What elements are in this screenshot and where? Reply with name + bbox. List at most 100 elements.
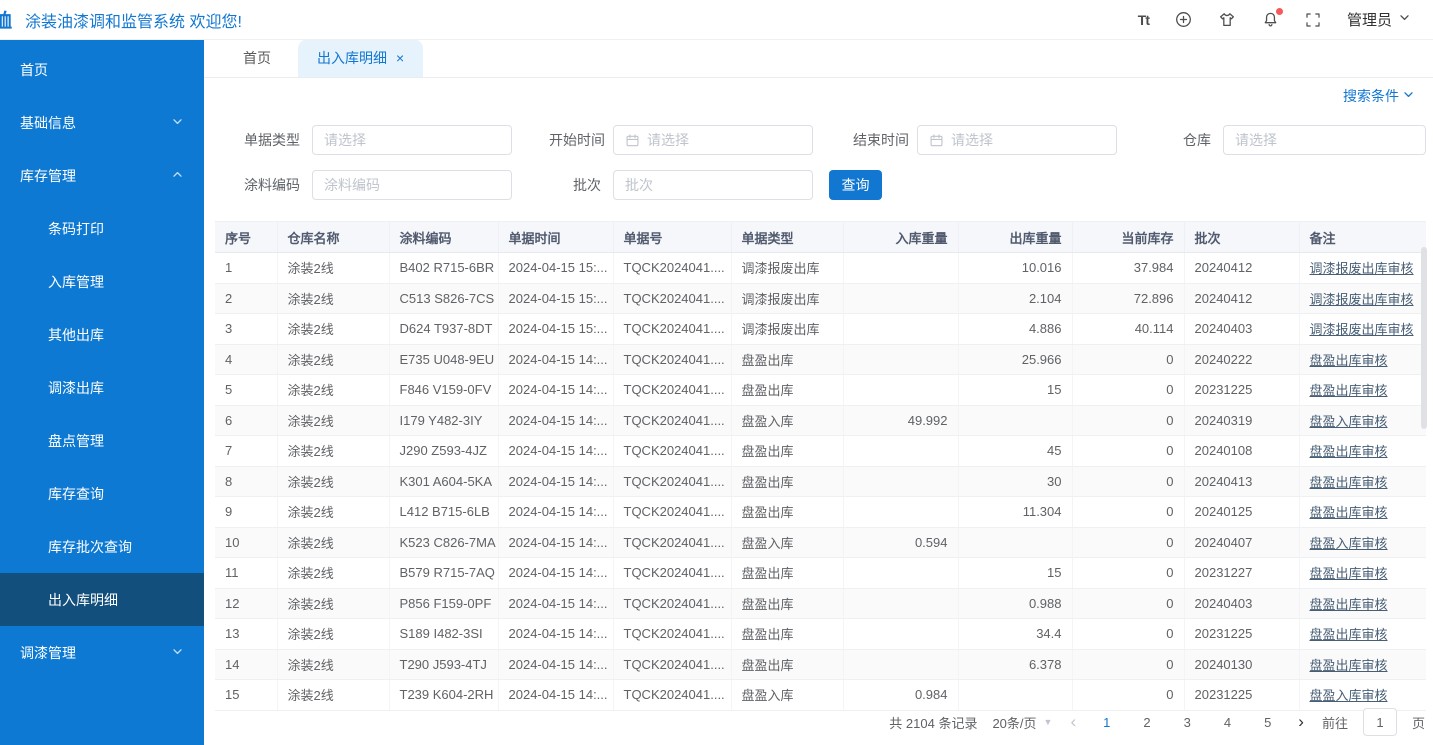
page-number-2[interactable]: 2	[1134, 715, 1159, 730]
cell-doc-type: 盘盈出库	[731, 619, 843, 650]
sidebar-item-label: 库存批次查询	[48, 537, 132, 557]
start-time-input[interactable]: 请选择	[613, 125, 813, 155]
tab-inout-detail[interactable]: 出入库明细×	[298, 39, 423, 77]
cell-in-weight	[843, 619, 958, 650]
cell-paint-code: I179 Y482-3IY	[389, 405, 498, 436]
remark-link[interactable]: 盘盈出库审核	[1310, 627, 1388, 642]
remark-link[interactable]: 盘盈出库审核	[1310, 444, 1388, 459]
font-size-icon[interactable]: Tt	[1138, 12, 1149, 28]
theme-skin-icon[interactable]	[1218, 11, 1236, 28]
cell-paint-code: F846 V159-0FV	[389, 375, 498, 406]
cell-in-weight: 49.992	[843, 405, 958, 436]
cell-in-weight	[843, 436, 958, 467]
page-size-select[interactable]: 20条/页▼	[992, 713, 1052, 732]
cell-warehouse: 涂装2线	[277, 527, 389, 558]
circle-plus-icon[interactable]	[1175, 11, 1192, 28]
fullscreen-icon[interactable]	[1305, 12, 1321, 28]
doc-type-input[interactable]: 请选择	[312, 125, 512, 155]
user-menu[interactable]: 管理员	[1347, 9, 1411, 30]
remark-link[interactable]: 盘盈出库审核	[1310, 658, 1388, 673]
sidebar-item-stock-batch-query[interactable]: 库存批次查询	[0, 520, 204, 573]
field-label: 结束时间	[853, 130, 905, 150]
sidebar-item-base-info[interactable]: 基础信息	[0, 96, 204, 149]
cell-doc-time: 2024-04-15 14:...	[498, 527, 613, 558]
cell-cur-stock: 0	[1072, 344, 1184, 375]
remark-link[interactable]: 盘盈出库审核	[1310, 475, 1388, 490]
remark-link[interactable]: 调漆报废出库审核	[1310, 292, 1414, 307]
cell-in-weight	[843, 588, 958, 619]
cell-doc-no: TQCK2024041....	[613, 527, 731, 558]
sidebar-item-stocktake-mgmt[interactable]: 盘点管理	[0, 414, 204, 467]
header-icon-group: Tt	[1138, 11, 1321, 28]
remark-link[interactable]: 盘盈出库审核	[1310, 597, 1388, 612]
cell-doc-time: 2024-04-15 14:...	[498, 436, 613, 467]
cell-seq: 2	[215, 283, 277, 314]
page-number-3[interactable]: 3	[1175, 715, 1200, 730]
cell-doc-time: 2024-04-15 15:...	[498, 314, 613, 345]
page-number-4[interactable]: 4	[1215, 715, 1240, 730]
cell-batch: 20231225	[1184, 375, 1299, 406]
cell-batch: 20240108	[1184, 436, 1299, 467]
cell-paint-code: K301 A604-5KA	[389, 466, 498, 497]
chevron-up-icon	[171, 168, 184, 184]
table-row: 10涂装2线K523 C826-7MA2024-04-15 14:...TQCK…	[215, 527, 1426, 558]
page-number-1[interactable]: 1	[1094, 715, 1119, 730]
sidebar-item-label: 调漆出库	[48, 378, 104, 398]
cell-paint-code: S189 I482-3SI	[389, 619, 498, 650]
end-time-input[interactable]: 请选择	[917, 125, 1117, 155]
sidebar-item-label: 库存查询	[48, 484, 104, 504]
sidebar-item-label: 条码打印	[48, 219, 104, 239]
cell-seq: 13	[215, 619, 277, 650]
cell-paint-code: C513 S826-7CS	[389, 283, 498, 314]
sidebar-item-inventory-mgmt[interactable]: 库存管理	[0, 149, 204, 202]
remark-link[interactable]: 盘盈入库审核	[1310, 414, 1388, 429]
sidebar-item-stock-query[interactable]: 库存查询	[0, 467, 204, 520]
remark-link[interactable]: 盘盈入库审核	[1310, 536, 1388, 551]
table-row: 2涂装2线C513 S826-7CS2024-04-15 15:...TQCK2…	[215, 283, 1426, 314]
remark-link[interactable]: 盘盈出库审核	[1310, 353, 1388, 368]
tab-home[interactable]: 首页	[224, 39, 290, 77]
search-condition-toggle[interactable]: 搜索条件	[1343, 86, 1415, 106]
next-page-button[interactable]: ›	[1295, 712, 1307, 732]
cell-seq: 10	[215, 527, 277, 558]
remark-link[interactable]: 盘盈出库审核	[1310, 383, 1388, 398]
tab-close-icon[interactable]: ×	[396, 51, 404, 65]
query-button[interactable]: 查询	[829, 170, 882, 200]
remark-link[interactable]: 盘盈出库审核	[1310, 505, 1388, 520]
cell-batch: 20240319	[1184, 405, 1299, 436]
placeholder-text: 批次	[625, 175, 653, 195]
cell-seq: 6	[215, 405, 277, 436]
goto-page-input[interactable]	[1363, 708, 1397, 736]
notification-bell-icon[interactable]	[1262, 11, 1279, 28]
sidebar-item-other-outbound[interactable]: 其他出库	[0, 308, 204, 361]
cell-cur-stock: 40.114	[1072, 314, 1184, 345]
remark-link[interactable]: 调漆报废出库审核	[1310, 322, 1414, 337]
sidebar-item-inout-detail[interactable]: 出入库明细	[0, 573, 204, 626]
sidebar-item-paint-mix-mgmt[interactable]: 调漆管理	[0, 626, 204, 679]
cell-batch: 20240403	[1184, 588, 1299, 619]
paint-code-input[interactable]: 涂料编码	[312, 170, 512, 200]
warehouse-input[interactable]: 请选择	[1223, 125, 1426, 155]
cell-doc-time: 2024-04-15 14:...	[498, 680, 613, 711]
cell-paint-code: B402 R715-6BR	[389, 253, 498, 284]
cell-out-weight: 11.304	[958, 497, 1072, 528]
table-scrollbar-thumb[interactable]	[1421, 247, 1427, 429]
remark-link[interactable]: 盘盈出库审核	[1310, 566, 1388, 581]
sidebar-item-label: 其他出库	[48, 325, 104, 345]
sidebar-item-paint-outbound[interactable]: 调漆出库	[0, 361, 204, 414]
sidebar-item-inbound-mgmt[interactable]: 入库管理	[0, 255, 204, 308]
cell-doc-type: 盘盈入库	[731, 405, 843, 436]
cell-seq: 5	[215, 375, 277, 406]
sidebar-item-barcode-print[interactable]: 条码打印	[0, 202, 204, 255]
field-end-time: 结束时间请选择	[853, 125, 1117, 155]
field-label: 开始时间	[549, 130, 601, 150]
page-number-5[interactable]: 5	[1255, 715, 1280, 730]
cell-remark: 盘盈出库审核	[1299, 619, 1426, 650]
cell-paint-code: E735 U048-9EU	[389, 344, 498, 375]
remark-link[interactable]: 盘盈入库审核	[1310, 688, 1388, 703]
batch-input[interactable]: 批次	[613, 170, 813, 200]
remark-link[interactable]: 调漆报废出库审核	[1310, 261, 1414, 276]
prev-page-button[interactable]: ‹	[1067, 712, 1079, 732]
sidebar-item-home[interactable]: 首页	[0, 43, 204, 96]
sidebar-menu: 首页基础信息库存管理条码打印入库管理其他出库调漆出库盘点管理库存查询库存批次查询…	[0, 43, 204, 679]
